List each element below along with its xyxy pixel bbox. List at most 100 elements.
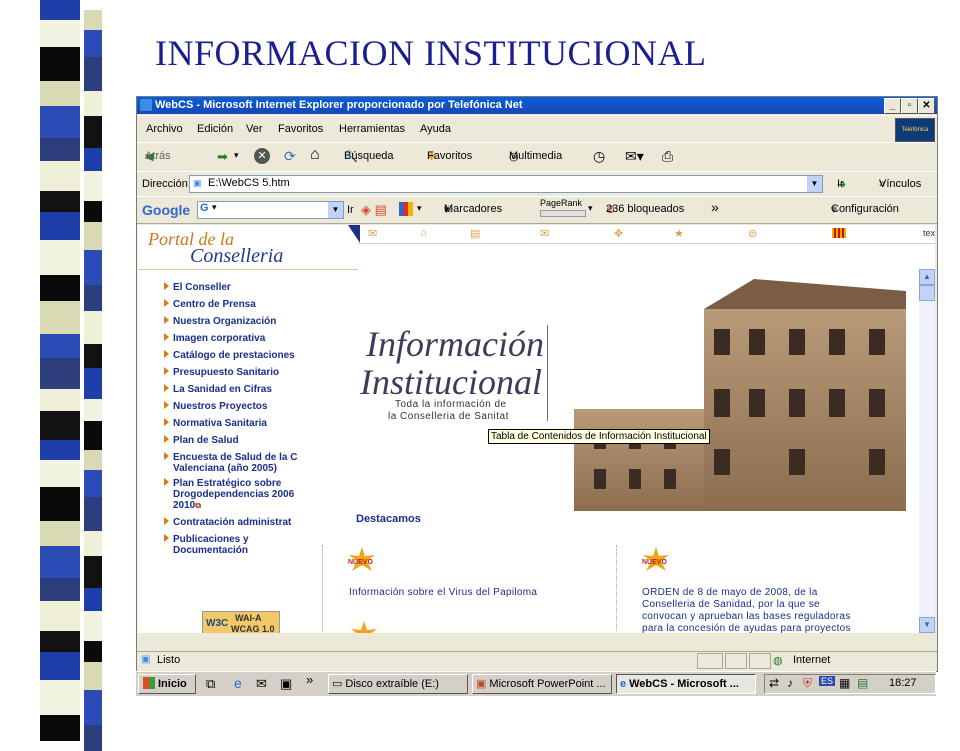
page-icon: ▣	[193, 178, 202, 188]
sitemap-nav-icon[interactable]: ✥	[614, 227, 623, 240]
google-apps-icon[interactable]	[399, 202, 413, 216]
address-value: E:\WebCS 5.htm	[208, 177, 290, 189]
forward-dropdown-icon[interactable]: ▾	[234, 150, 239, 161]
stripe-block	[84, 171, 102, 201]
start-button[interactable]: Inicio	[138, 674, 196, 694]
toolbar-overflow-icon[interactable]: »	[711, 199, 719, 215]
address-input[interactable]: ▣ E:\WebCS 5.htm ▼	[189, 175, 823, 193]
language-indicator[interactable]: ES	[819, 676, 836, 686]
history-icon[interactable]: ◷	[593, 148, 605, 165]
refresh-icon[interactable]: ⟳	[284, 148, 296, 165]
nav-link-publicaciones-cont[interactable]: Documentación	[173, 545, 248, 556]
forward-button[interactable]: ➡	[217, 149, 228, 165]
mail-nav-icon[interactable]: ✉	[368, 227, 377, 240]
nav-link-prensa[interactable]: Centro de Prensa	[164, 299, 256, 310]
google-search-dropdown-icon[interactable]: ▼	[328, 202, 343, 218]
settings-button[interactable]: ● Configuración ▾	[831, 203, 899, 216]
nav-link-encuesta-cont[interactable]: Valenciana (año 2005)	[173, 463, 277, 474]
back-button[interactable]: ◀ Atrás ▾	[145, 150, 171, 163]
stripe-block	[84, 57, 102, 91]
news-item-papiloma[interactable]: Información sobre el Virus del Papiloma	[349, 587, 537, 599]
flag-icon[interactable]	[832, 228, 846, 238]
google-search-input[interactable]: G ▾ ▼	[197, 201, 344, 219]
tray-update-icon[interactable]: ▤	[857, 676, 868, 690]
nav-link-publicaciones[interactable]: Publicaciones y	[164, 534, 249, 545]
minimize-button[interactable]: _	[884, 98, 901, 114]
menu-edicion[interactable]: Edición	[197, 123, 233, 135]
home-icon[interactable]: ⌂	[310, 146, 320, 164]
outlook-quicklaunch-icon[interactable]: ✉	[256, 676, 267, 692]
vertical-scrollbar[interactable]: ▲ ▼	[919, 269, 935, 633]
stripe-block	[84, 531, 102, 556]
print-icon[interactable]: ⎙	[662, 148, 673, 165]
maximize-button[interactable]: ▫	[901, 98, 918, 114]
task-powerpoint[interactable]: ▣ Microsoft PowerPoint ...	[472, 674, 612, 694]
nav-link-contratacion[interactable]: Contratación administrat	[164, 517, 291, 528]
nav-link-proyectos[interactable]: Nuestros Proyectos	[164, 401, 267, 412]
contact-nav-icon[interactable]: ✉	[540, 227, 549, 240]
stripe-block	[84, 368, 102, 399]
quicklaunch-overflow-icon[interactable]: »	[306, 672, 313, 687]
text-version-link[interactable]: tex	[923, 228, 935, 238]
windows-logo-icon	[143, 677, 155, 689]
scroll-up-icon[interactable]: ▲	[919, 269, 935, 285]
google-go-button[interactable]: Ir	[347, 204, 354, 216]
volume-icon[interactable]: ♪	[787, 676, 793, 690]
search-nav-icon[interactable]: ⊜	[748, 227, 757, 240]
app-quicklaunch-icon[interactable]: ▣	[280, 676, 292, 692]
nav-link-plan-estrategico[interactable]: Plan Estratégico sobre	[164, 478, 281, 489]
show-desktop-icon[interactable]: ⧉	[206, 676, 215, 692]
nav-link-plan-estrategico-year[interactable]: 2010⧉	[173, 500, 201, 511]
stripe-block	[84, 116, 102, 148]
links-button[interactable]: Vínculos »	[879, 178, 921, 190]
slide-title: INFORMACION INSTITUCIONAL	[155, 33, 707, 73]
menu-ayuda[interactable]: Ayuda	[420, 123, 451, 135]
menu-herramientas[interactable]: Herramientas	[339, 123, 405, 135]
star-nav-icon[interactable]: ★	[674, 227, 684, 240]
nav-link-encuesta[interactable]: Encuesta de Salud de la C	[164, 452, 297, 463]
nav-arrow-icon	[164, 418, 169, 426]
heading-line1: Información	[366, 324, 544, 364]
scroll-thumb[interactable]	[919, 285, 935, 301]
news-item-orden[interactable]: ORDEN de 8 de mayo de 2008, de la Consel…	[642, 587, 851, 633]
address-dropdown-icon[interactable]: ▼	[807, 176, 822, 192]
doc-nav-icon[interactable]: ▤	[470, 227, 480, 240]
nav-link-plan-salud[interactable]: Plan de Salud	[164, 435, 239, 446]
menu-ver[interactable]: Ver	[246, 123, 263, 135]
browser-window: WebCS - Microsoft Internet Explorer prop…	[136, 96, 938, 672]
google-apps-dropdown-icon[interactable]: ▾	[417, 203, 422, 214]
antivirus-icon[interactable]: ⛨	[803, 676, 812, 691]
mail-icon[interactable]: ✉▾	[625, 148, 644, 165]
nav-arrow-icon	[164, 517, 169, 525]
network-icon[interactable]: ⇄	[769, 676, 779, 690]
scroll-down-icon[interactable]: ▼	[919, 617, 935, 633]
ie-quicklaunch-icon[interactable]: e	[234, 675, 242, 691]
status-pane	[749, 653, 771, 669]
menu-favoritos[interactable]: Favoritos	[278, 123, 323, 135]
nav-link-conseller[interactable]: El Conseller	[164, 282, 231, 293]
task-removable-disk[interactable]: ▭ Disco extraíble (E:)	[328, 674, 468, 694]
new-badge-icon	[351, 621, 377, 633]
google-g-dropdown-icon[interactable]: ▾	[212, 202, 217, 213]
tray-app-icon[interactable]: ▦	[839, 676, 850, 690]
nav-link-plan-estrategico-cont[interactable]: Drogodependencias 2006	[173, 489, 294, 500]
bookmarks-button[interactable]: ☆ Marcadores ▾	[444, 203, 502, 216]
stop-icon[interactable]: ✕	[254, 148, 270, 164]
nav-link-organizacion[interactable]: Nuestra Organización	[164, 316, 276, 327]
nav-link-imagen[interactable]: Imagen corporativa	[164, 333, 265, 344]
stripe-block	[40, 240, 80, 275]
nav-link-cifras[interactable]: La Sanidad en Cifras	[164, 384, 272, 395]
nav-link-catalogo[interactable]: Catálogo de prestaciones	[164, 350, 295, 361]
portal-logo-line2[interactable]: Conselleria	[190, 245, 283, 268]
decorative-stripes	[0, 0, 112, 751]
nav-link-normativa[interactable]: Normativa Sanitaria	[164, 418, 267, 429]
stripe-block	[84, 641, 102, 662]
pagerank-dropdown-icon[interactable]: ▾	[588, 203, 593, 214]
task-webcs-browser[interactable]: e WebCS - Microsoft ...	[616, 674, 756, 694]
google-tools-icon[interactable]: ◈ ▤	[361, 202, 387, 218]
nav-link-presupuesto[interactable]: Presupuesto Sanitario	[164, 367, 279, 378]
home-nav-icon[interactable]: ⌂	[420, 227, 427, 239]
menu-archivo[interactable]: Archivo	[146, 123, 183, 135]
wai-badge[interactable]: W3C WAI-A WCAG 1.0	[202, 611, 280, 633]
close-button[interactable]: ✕	[918, 98, 935, 114]
